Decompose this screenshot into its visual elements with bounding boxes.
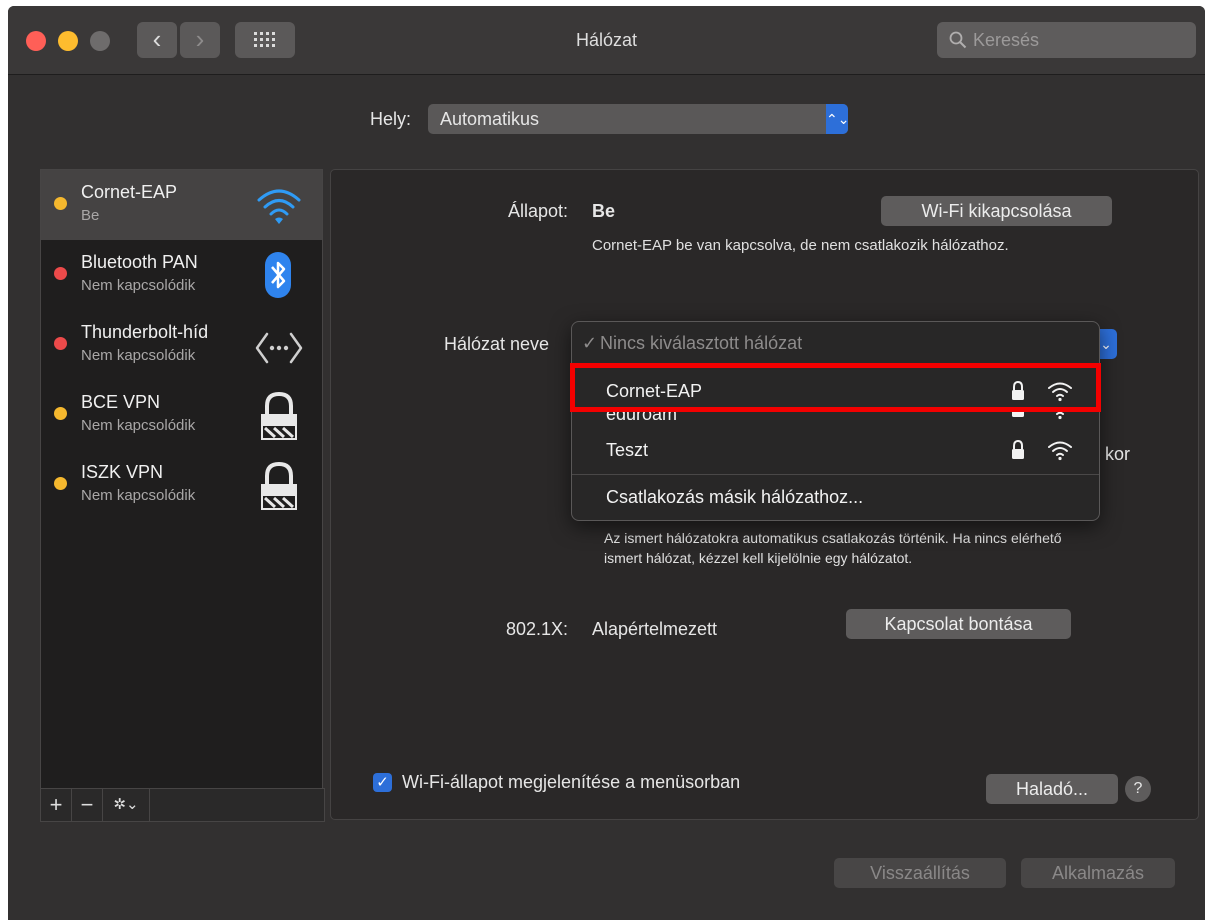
bluetooth-icon xyxy=(265,252,291,298)
service-status: Nem kapcsolódik xyxy=(81,487,196,504)
service-list-toolbar: + − ✲⌄ xyxy=(40,788,325,822)
location-value: Automatikus xyxy=(440,109,540,129)
wifi-icon xyxy=(1048,441,1072,461)
status-label: Állapot: xyxy=(508,201,569,221)
dot1x-label: 802.1X: xyxy=(506,619,569,639)
gear-icon: ✲⌄ xyxy=(113,796,139,813)
status-dot xyxy=(54,267,67,280)
service-status: Nem kapcsolódik xyxy=(81,277,196,294)
popup-stepper-icon: ⌃⌄ xyxy=(826,104,849,134)
menu-item-network-eduroam[interactable]: eduroam xyxy=(572,411,1099,433)
status-dot xyxy=(54,337,67,350)
highlight-annotation xyxy=(570,363,1101,412)
service-item-iszk-vpn[interactable]: ISZK VPN Nem kapcsolódik xyxy=(41,450,322,520)
gear-menu-button[interactable]: ✲⌄ xyxy=(103,789,150,821)
service-item-bce-vpn[interactable]: BCE VPN Nem kapcsolódik xyxy=(41,380,322,450)
service-status: Be xyxy=(81,207,100,224)
title-bar: ‹ › Hálózat Keresés xyxy=(8,6,1205,75)
search-field[interactable]: Keresés xyxy=(937,22,1196,58)
checkmark-icon: ✓ xyxy=(376,774,389,791)
menu-item-join-other[interactable]: Csatlakozás másik hálózathoz... xyxy=(572,481,1099,513)
service-item-cornet-eap[interactable]: Cornet-EAP Be xyxy=(41,170,322,240)
lock-icon xyxy=(1012,440,1024,459)
show-wifi-status-label: Wi-Fi-állapot megjelenítése a menüsorban xyxy=(402,772,741,792)
service-name: BCE VPN xyxy=(81,392,161,412)
apply-button[interactable]: Alkalmazás xyxy=(1021,858,1175,888)
wifi-icon xyxy=(1056,411,1064,420)
menu-item-network-teszt[interactable]: Teszt xyxy=(572,434,1099,466)
location-popup[interactable]: Automatikus ⌃⌄ xyxy=(428,104,849,134)
menu-item-label: Csatlakozás másik hálózathoz... xyxy=(606,487,864,507)
truncated-label-tail: kor xyxy=(1105,444,1131,464)
menu-item-label: Nincs kiválasztott hálózat xyxy=(600,333,803,353)
search-placeholder: Keresés xyxy=(973,30,1040,50)
vpn-lock-icon xyxy=(261,391,297,440)
status-dot xyxy=(54,477,67,490)
status-description: Cornet-EAP be van kapcsolva, de nem csat… xyxy=(592,237,1009,254)
checkmark-icon: ✓ xyxy=(582,333,598,353)
revert-button[interactable]: Visszaállítás xyxy=(834,858,1006,888)
menu-separator xyxy=(572,474,1099,475)
service-name: Bluetooth PAN xyxy=(81,252,198,272)
network-menu[interactable]: ✓ Nincs kiválasztott hálózat Cornet-EAP … xyxy=(571,321,1100,521)
network-name-label: Hálózat neve xyxy=(444,334,550,354)
wifi-icon xyxy=(257,189,301,224)
service-item-thunderbolt-bridge[interactable]: Thunderbolt-híd Nem kapcsolódik xyxy=(41,310,322,380)
dot1x-value: Alapértelmezett xyxy=(592,619,718,639)
add-service-button[interactable]: + xyxy=(41,789,72,821)
thunderbolt-bridge-icon xyxy=(255,332,303,364)
service-name: Thunderbolt-híd xyxy=(81,322,209,342)
service-status: Nem kapcsolódik xyxy=(81,347,196,364)
vpn-lock-icon xyxy=(261,461,297,510)
status-value: Be xyxy=(592,201,616,221)
status-dot xyxy=(54,197,67,210)
lock-icon xyxy=(1012,411,1024,417)
advanced-button[interactable]: Haladó... xyxy=(986,774,1118,804)
search-icon xyxy=(949,22,967,61)
remove-service-button[interactable]: − xyxy=(72,789,103,821)
auto-join-description: Az ismert hálózatokra automatikus csatla… xyxy=(604,530,1062,566)
service-list[interactable]: Cornet-EAP Be Bluetooth PAN Nem kapcsoló… xyxy=(40,169,323,820)
network-name: eduroam xyxy=(606,411,678,424)
service-status: Nem kapcsolódik xyxy=(81,417,196,434)
service-item-bluetooth-pan[interactable]: Bluetooth PAN Nem kapcsolódik xyxy=(41,240,322,310)
service-name: ISZK VPN xyxy=(81,462,164,482)
menu-item-no-network[interactable]: ✓ Nincs kiválasztott hálózat xyxy=(572,327,1099,359)
show-wifi-status-checkbox[interactable]: ✓ xyxy=(373,773,392,792)
network-preferences-window: ‹ › Hálózat Keresés Hely: Automatikus ⌃⌄ xyxy=(8,6,1205,920)
help-button[interactable]: ? xyxy=(1125,776,1151,802)
location-label: Hely: xyxy=(370,109,412,129)
service-name: Cornet-EAP xyxy=(81,182,178,202)
status-dot xyxy=(54,407,67,420)
network-name: Teszt xyxy=(606,440,649,460)
disconnect-button[interactable]: Kapcsolat bontása xyxy=(846,609,1071,639)
wifi-off-button[interactable]: Wi-Fi kikapcsolása xyxy=(881,196,1112,226)
